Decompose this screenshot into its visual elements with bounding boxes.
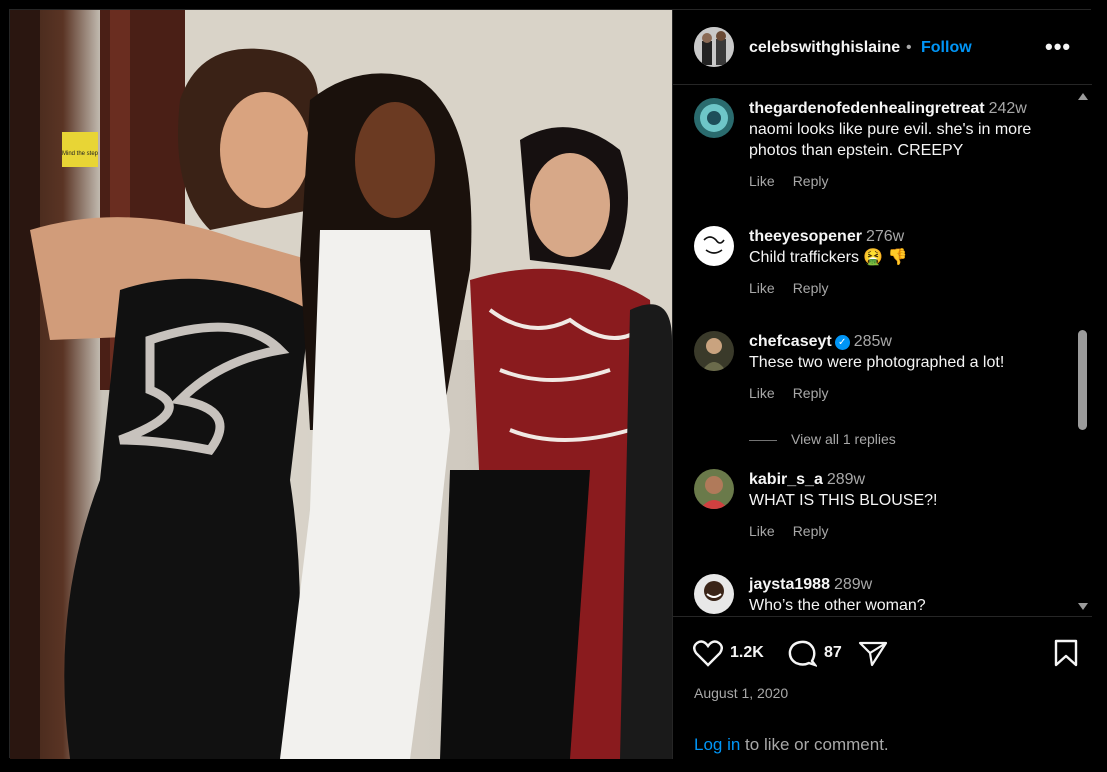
view-replies-button[interactable]: View all 1 replies	[749, 431, 896, 447]
comment-reply-button[interactable]: Reply	[793, 385, 829, 401]
comment-body: jaysta1988 289w Who’s the other woman?	[749, 574, 1059, 616]
avatar-image	[694, 469, 734, 509]
author-username[interactable]: celebswithghislaine	[749, 39, 900, 57]
comment-actions: Like Reply	[749, 385, 1059, 401]
comment-actions: Like Reply	[749, 523, 1059, 539]
commenter-avatar[interactable]	[694, 98, 734, 138]
scroll-down-arrow-icon[interactable]	[1078, 603, 1088, 610]
comment-reply-button[interactable]: Reply	[793, 523, 829, 539]
scrollbar-thumb[interactable]	[1078, 330, 1087, 430]
comment-actions: Like Reply	[749, 173, 1059, 189]
post-photo: Mind the step	[10, 10, 672, 759]
comment-username[interactable]: jaysta1988	[749, 576, 830, 593]
comments-count[interactable]: 87	[824, 644, 842, 662]
view-replies-label[interactable]: View all 1 replies	[791, 431, 896, 447]
mind-the-step-sign: Mind the step	[62, 132, 99, 167]
avatar-image	[694, 574, 734, 614]
post-actions-bar: 1.2K 87 August 1, 2020 Log in to like or…	[673, 616, 1092, 759]
comments-scrollbar[interactable]	[1075, 86, 1089, 616]
comment-text: WHAT IS THIS BLOUSE?!	[749, 492, 938, 509]
comment-like-button[interactable]: Like	[749, 385, 775, 401]
avatar-image	[694, 226, 734, 266]
comment-body: chefcaseyt ✓ 285w These two were photograp…	[749, 331, 1059, 401]
post-header: celebswithghislaine • Follow •••	[673, 10, 1092, 85]
post-date[interactable]: August 1, 2020	[694, 685, 788, 701]
verified-icon: ✓	[834, 335, 850, 350]
comment-icon[interactable]	[787, 639, 819, 672]
comment-text: naomi looks like pure evil. she's in mor…	[749, 121, 1032, 159]
comment-time[interactable]: 276w	[866, 228, 904, 245]
comment-time[interactable]: 242w	[989, 100, 1027, 117]
comment-like-button[interactable]: Like	[749, 173, 775, 189]
comment-reply-button[interactable]: Reply	[793, 280, 829, 296]
comment-body: kabir_s_a 289w WHAT IS THIS BLOUSE?! Like…	[749, 469, 1059, 539]
commenter-avatar[interactable]	[694, 331, 734, 371]
comment-time[interactable]: 289w	[827, 471, 865, 488]
login-prompt: Log in to like or comment.	[694, 735, 889, 755]
commenter-avatar[interactable]	[694, 574, 734, 614]
comment-time[interactable]: 285w	[854, 333, 892, 350]
comment-text: These two were photographed a lot!	[749, 354, 1005, 371]
login-rest-text: to like or comment.	[740, 735, 889, 754]
share-icon[interactable]	[858, 639, 888, 672]
avatar-image	[694, 27, 734, 67]
comment-username[interactable]: chefcaseyt	[749, 333, 832, 350]
comment-time[interactable]: 289w	[834, 576, 872, 593]
sign-text: Mind the step	[62, 151, 99, 157]
photo-illustration: Mind the step	[10, 10, 672, 759]
post-side-panel: celebswithghislaine • Follow ••• thegard…	[672, 10, 1092, 759]
comment-username[interactable]: theeyesopener	[749, 228, 862, 245]
comment-username[interactable]: thegardenofedenhealingretreat	[749, 100, 985, 117]
comment-reply-button[interactable]: Reply	[793, 173, 829, 189]
comment-body: theeyesopener 276w Child traffickers 🤮 👎 …	[749, 226, 1059, 296]
comment-actions: Like Reply	[749, 280, 1059, 296]
commenter-avatar[interactable]	[694, 226, 734, 266]
avatar-image	[694, 98, 734, 138]
comment-like-button[interactable]: Like	[749, 280, 775, 296]
scroll-up-arrow-icon[interactable]	[1078, 93, 1088, 100]
bookmark-icon[interactable]	[1053, 639, 1079, 672]
heart-icon[interactable]	[693, 639, 723, 672]
comment-text: Child traffickers 🤮 👎	[749, 249, 908, 266]
comment-body: thegardenofedenhealingretreat 242w naomi …	[749, 98, 1059, 189]
comment-username[interactable]: kabir_s_a	[749, 471, 823, 488]
follow-button[interactable]: Follow	[921, 39, 972, 57]
login-link[interactable]: Log in	[694, 735, 740, 754]
header-separator: •	[906, 39, 912, 56]
comments-list[interactable]: thegardenofedenhealingretreat 242w naomi …	[673, 86, 1092, 616]
post-modal: Mind the step celebswithghislaine • Foll…	[9, 9, 1092, 759]
avatar-image	[694, 331, 734, 371]
likes-count[interactable]: 1.2K	[730, 644, 764, 662]
more-icon[interactable]: •••	[1045, 34, 1071, 60]
comment-like-button[interactable]: Like	[749, 523, 775, 539]
commenter-avatar[interactable]	[694, 469, 734, 509]
comment-text: Who’s the other woman?	[749, 597, 926, 614]
author-avatar[interactable]	[694, 27, 734, 67]
replies-divider	[749, 439, 777, 441]
